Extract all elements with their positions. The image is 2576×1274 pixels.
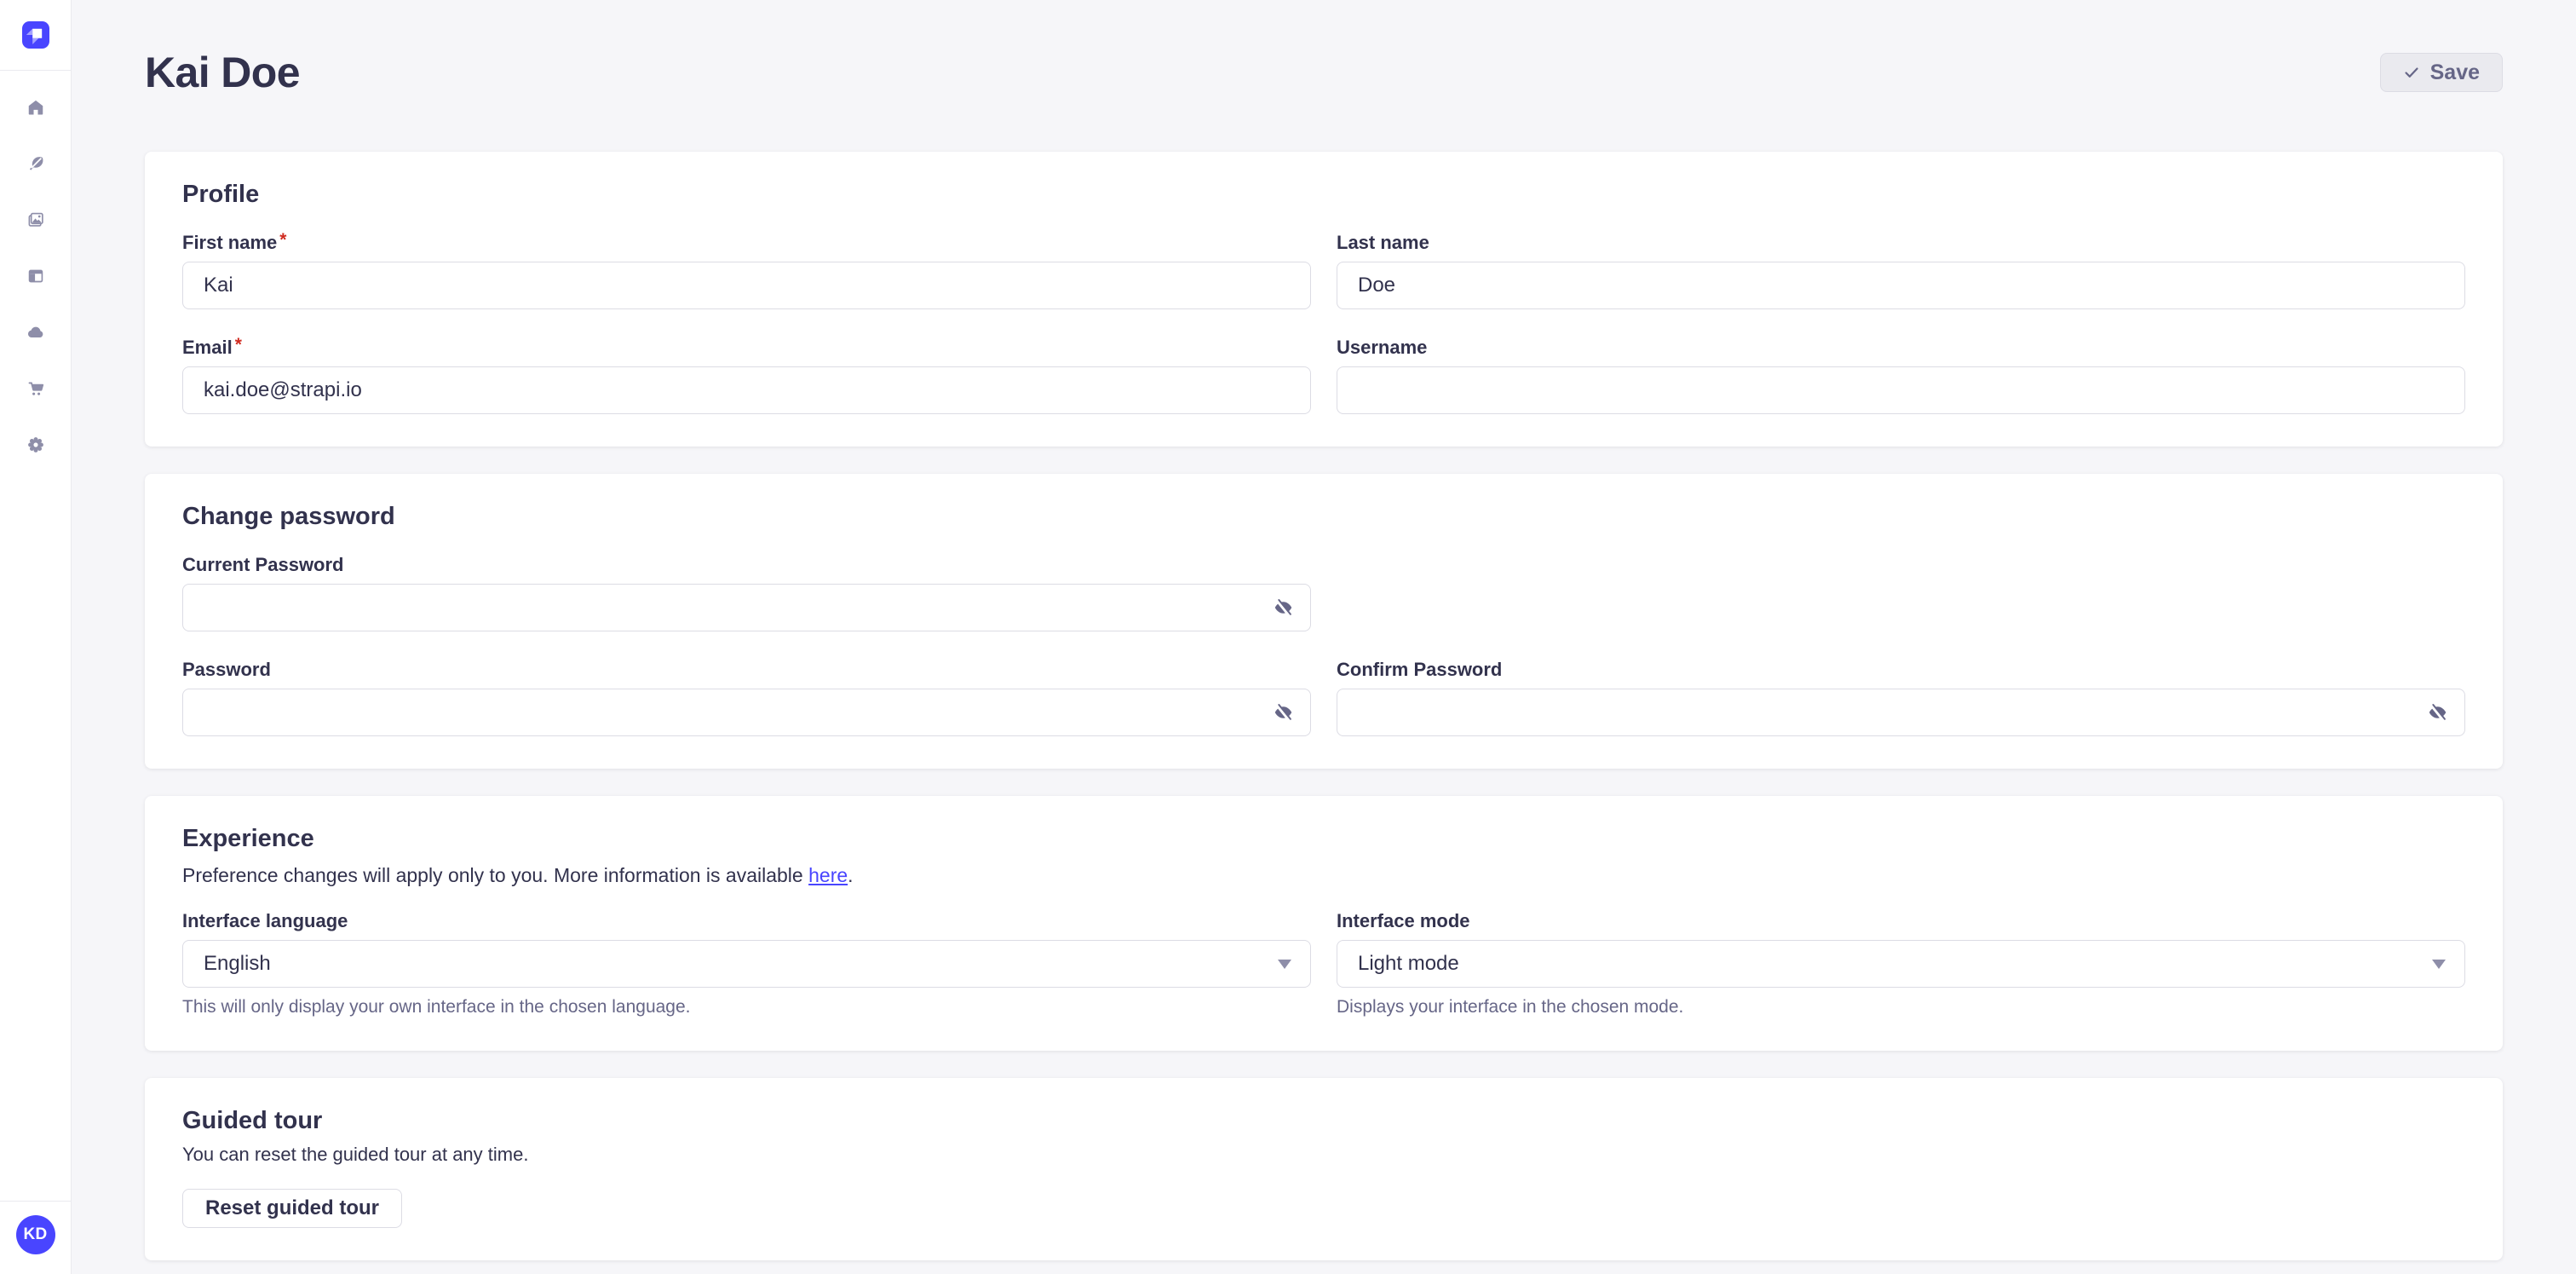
- sidebar-item-cloud[interactable]: [17, 323, 55, 342]
- profile-card: Profile First name* Last name Email: [145, 152, 2503, 447]
- profile-card-title: Profile: [182, 179, 2465, 210]
- first-name-field-group: First name*: [182, 232, 1311, 309]
- confirm-password-input[interactable]: [1337, 689, 2465, 736]
- cloud-icon: [26, 323, 45, 342]
- chevron-down-icon: [2432, 960, 2446, 969]
- first-name-label: First name*: [182, 232, 1311, 254]
- change-password-card-title: Change password: [182, 501, 2465, 532]
- email-input[interactable]: [182, 366, 1311, 414]
- current-password-label: Current Password: [182, 554, 1311, 576]
- strapi-logo[interactable]: [22, 21, 49, 49]
- password-fields-grid: Current Password: [182, 554, 2465, 736]
- home-icon: [26, 98, 45, 117]
- marketplace-cart-icon: [26, 379, 45, 398]
- experience-card: Experience Preference changes will apply…: [145, 796, 2503, 1051]
- username-input[interactable]: [1337, 366, 2465, 414]
- user-avatar[interactable]: KD: [16, 1215, 55, 1254]
- current-password-field-group: Current Password: [182, 554, 1311, 631]
- reset-guided-tour-button[interactable]: Reset guided tour: [182, 1189, 402, 1228]
- current-password-input[interactable]: [182, 584, 1311, 631]
- interface-language-field-group: Interface language English This will onl…: [182, 910, 1311, 1018]
- last-name-input[interactable]: [1337, 262, 2465, 309]
- experience-fields-grid: Interface language English This will onl…: [182, 910, 2465, 1018]
- sidebar-item-content-type-builder[interactable]: [17, 154, 55, 173]
- interface-mode-hint: Displays your interface in the chosen mo…: [1337, 996, 2465, 1018]
- interface-language-label: Interface language: [182, 910, 1311, 932]
- username-label: Username: [1337, 337, 2465, 359]
- username-field-group: Username: [1337, 337, 2465, 414]
- email-label: Email*: [182, 337, 1311, 359]
- content-manager-icon: [26, 267, 45, 285]
- strapi-logo-icon: [22, 21, 49, 49]
- confirm-password-label: Confirm Password: [1337, 659, 2465, 681]
- eye-slash-icon: [1272, 702, 1295, 723]
- toggle-current-password-visibility[interactable]: [1268, 593, 1297, 622]
- sidebar-item-home[interactable]: [17, 98, 55, 117]
- confirm-password-field-group: Confirm Password: [1337, 659, 2465, 736]
- sidebar-item-media-library[interactable]: [17, 210, 55, 229]
- checkmark-icon: [2403, 64, 2420, 81]
- toggle-confirm-password-visibility[interactable]: [2423, 698, 2452, 727]
- settings-gear-icon: [26, 435, 45, 454]
- cards-container: Profile First name* Last name Email: [145, 152, 2503, 1260]
- required-asterisk: *: [279, 232, 286, 249]
- sidebar-item-content-manager[interactable]: [17, 267, 55, 285]
- interface-mode-select[interactable]: Light mode: [1337, 940, 2465, 988]
- save-button-label: Save: [2430, 61, 2480, 85]
- more-info-link[interactable]: here: [808, 864, 848, 886]
- interface-language-hint: This will only display your own interfac…: [182, 996, 1311, 1018]
- current-password-input-wrap: [182, 584, 1311, 631]
- interface-language-value: English: [204, 952, 271, 976]
- new-password-input[interactable]: [182, 689, 1311, 736]
- first-name-input[interactable]: [182, 262, 1311, 309]
- sidebar-item-marketplace[interactable]: [17, 379, 55, 398]
- experience-description: Preference changes will apply only to yo…: [182, 862, 2465, 888]
- sidebar: KD: [0, 0, 72, 1274]
- eye-slash-icon: [2426, 702, 2449, 723]
- save-button[interactable]: Save: [2380, 53, 2503, 92]
- new-password-label: Password: [182, 659, 1311, 681]
- toggle-new-password-visibility[interactable]: [1268, 698, 1297, 727]
- new-password-input-wrap: [182, 689, 1311, 736]
- sidebar-nav: [17, 98, 55, 454]
- media-library-icon: [26, 210, 45, 229]
- page-header: Kai Doe Save: [145, 46, 2503, 99]
- experience-card-title: Experience: [182, 823, 2465, 854]
- sidebar-item-settings[interactable]: [17, 435, 55, 454]
- last-name-label: Last name: [1337, 232, 2465, 254]
- email-field-group: Email*: [182, 337, 1311, 414]
- grid-empty-cell: [1337, 554, 2465, 631]
- avatar-initials: KD: [23, 1225, 47, 1244]
- content-builder-feather-icon: [26, 154, 45, 173]
- interface-language-select[interactable]: English: [182, 940, 1311, 988]
- sidebar-divider: [0, 70, 71, 71]
- required-asterisk: *: [235, 337, 242, 354]
- confirm-password-input-wrap: [1337, 689, 2465, 736]
- sidebar-divider-bottom: [0, 1201, 71, 1202]
- profile-fields-grid: First name* Last name Email*: [182, 232, 2465, 414]
- guided-tour-card-title: Guided tour: [182, 1105, 2465, 1136]
- page-title: Kai Doe: [145, 47, 300, 98]
- guided-tour-description: You can reset the guided tour at any tim…: [182, 1143, 2465, 1167]
- eye-slash-icon: [1272, 597, 1295, 618]
- chevron-down-icon: [1278, 960, 1291, 969]
- last-name-field-group: Last name: [1337, 232, 2465, 309]
- guided-tour-card: Guided tour You can reset the guided tou…: [145, 1078, 2503, 1260]
- new-password-field-group: Password: [182, 659, 1311, 736]
- change-password-card: Change password Current Password: [145, 474, 2503, 769]
- main-content: Kai Doe Save Profile First name* La: [72, 0, 2576, 1274]
- interface-mode-field-group: Interface mode Light mode Displays your …: [1337, 910, 2465, 1018]
- interface-mode-value: Light mode: [1358, 952, 1459, 976]
- interface-mode-label: Interface mode: [1337, 910, 2465, 932]
